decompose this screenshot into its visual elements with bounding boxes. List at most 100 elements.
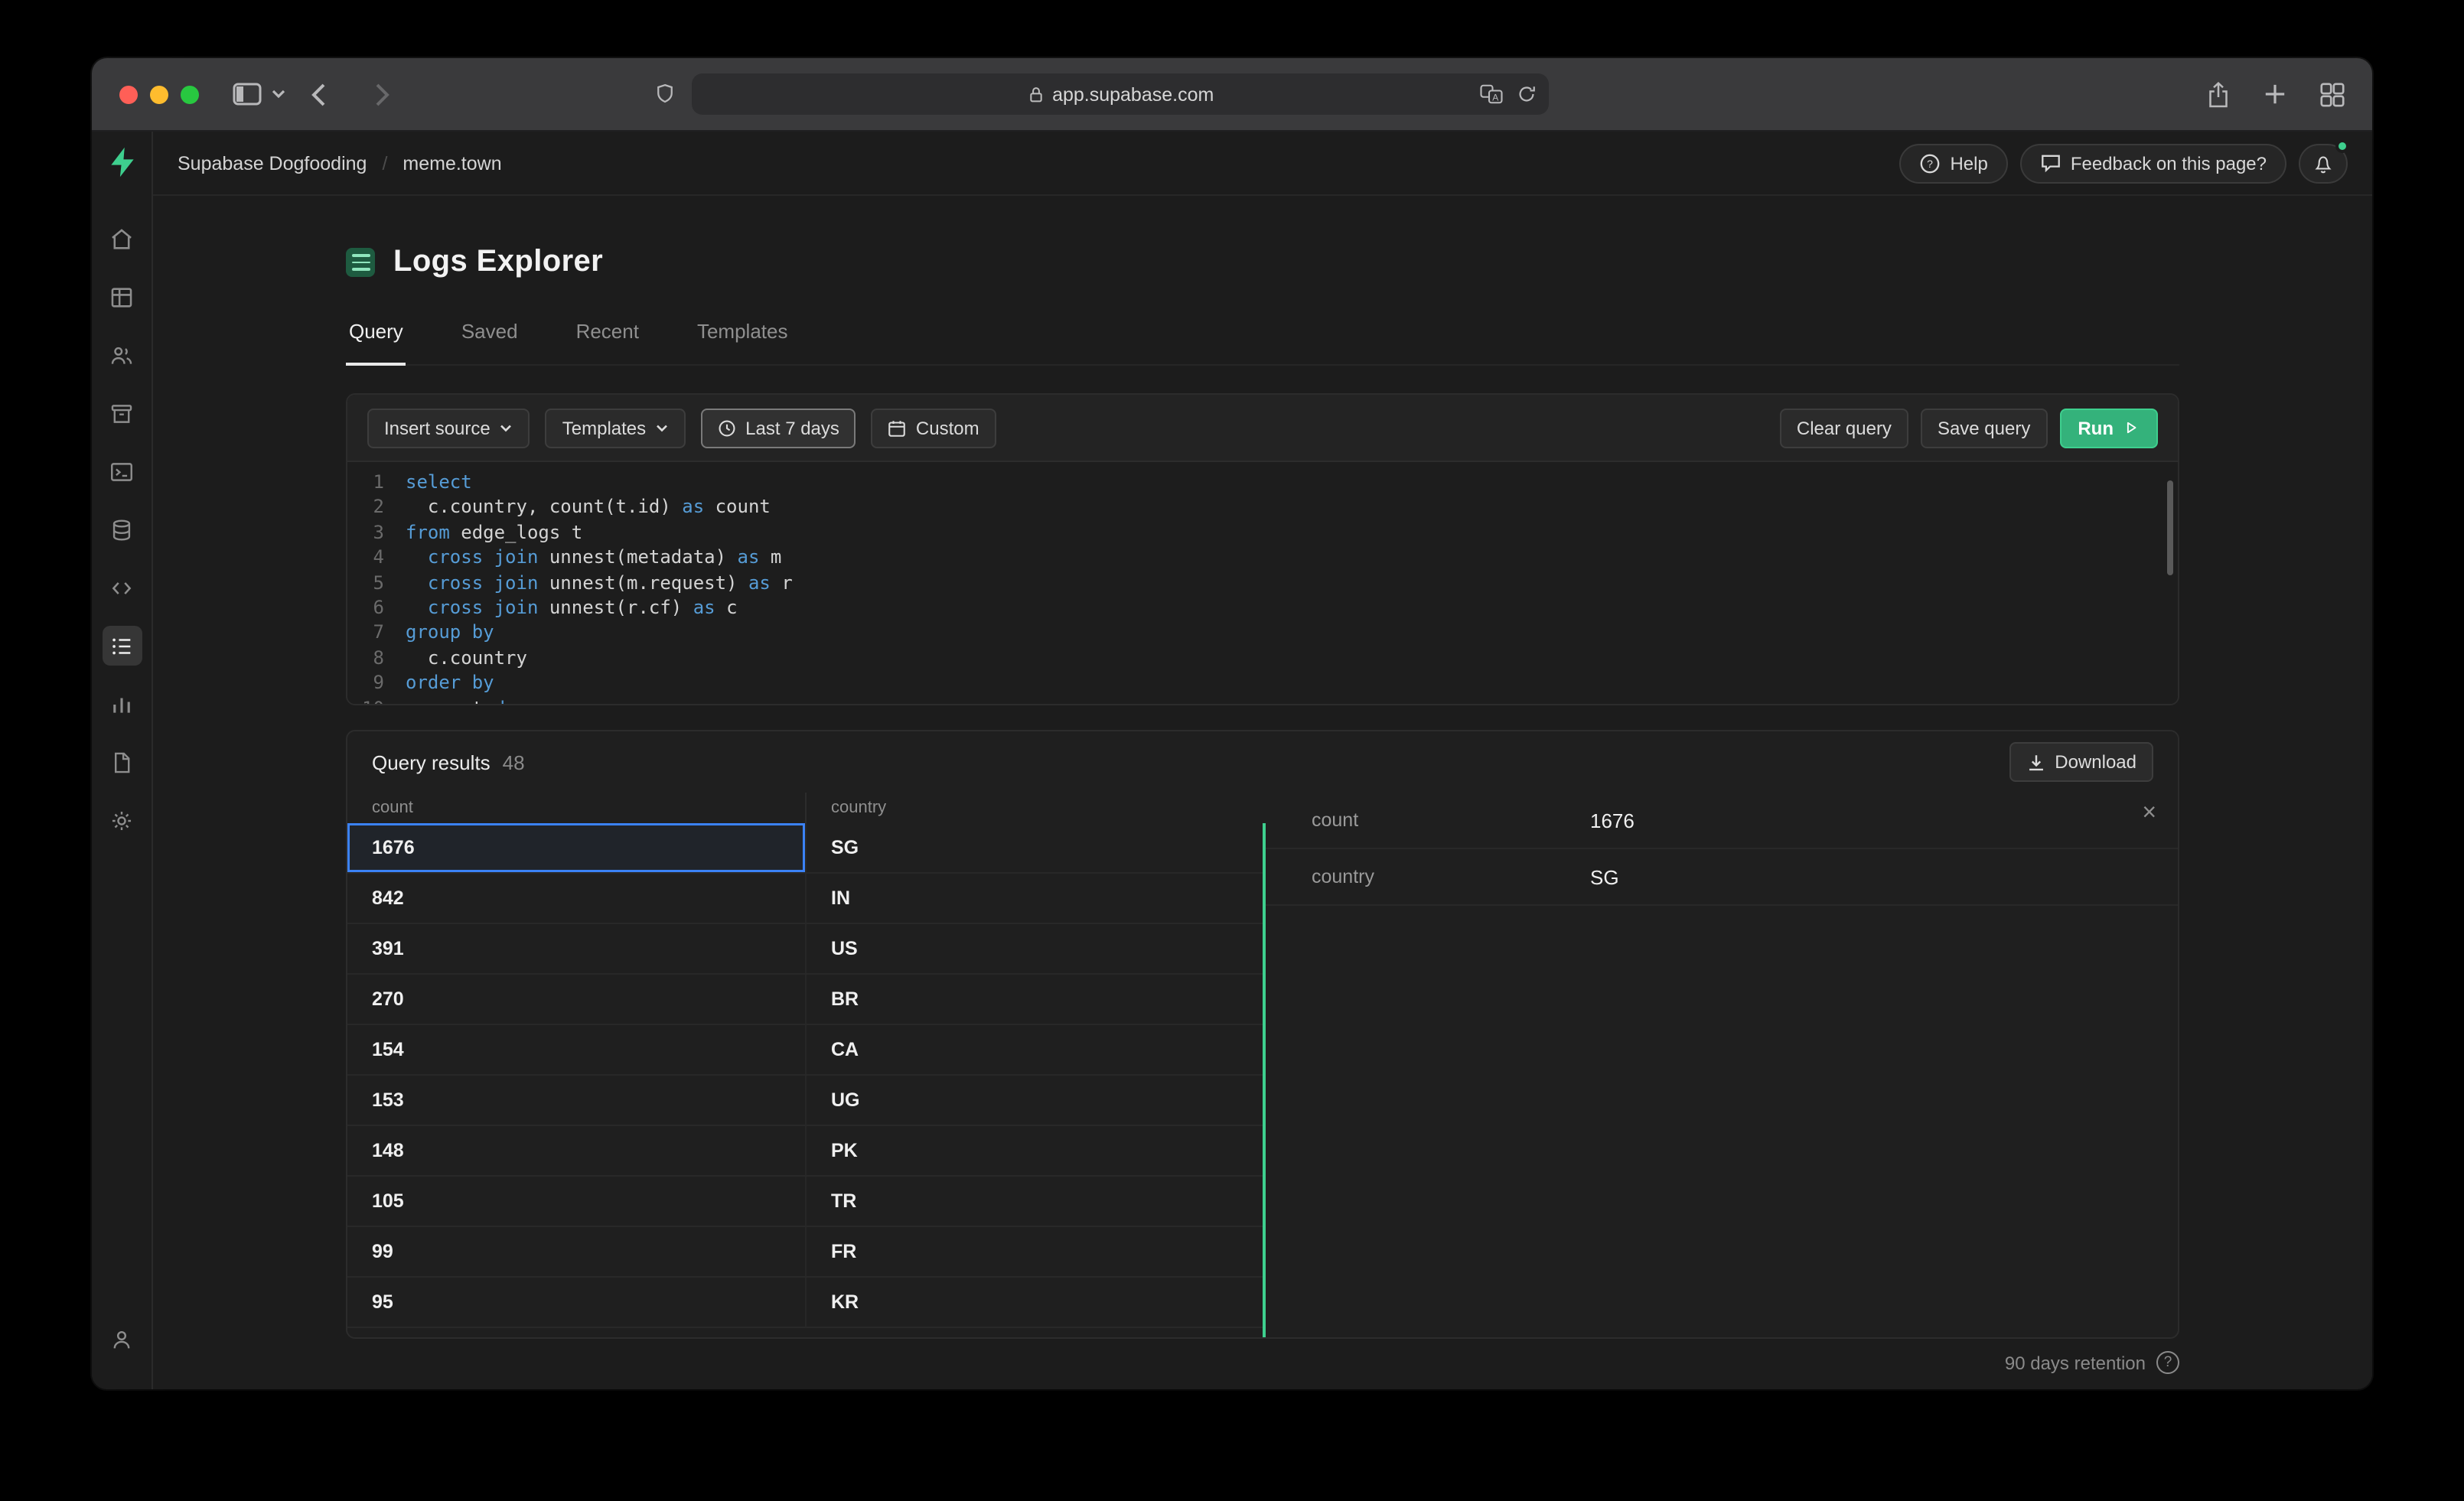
address-bar[interactable]: app.supabase.com A xyxy=(692,73,1550,115)
download-button[interactable]: Download xyxy=(2009,742,2153,782)
table-row: 95 KR xyxy=(347,1278,1263,1328)
detail-field-row: count 1676 xyxy=(1266,793,2178,849)
custom-range-button[interactable]: Custom xyxy=(871,408,996,448)
retention-help-icon[interactable]: ? xyxy=(2156,1351,2179,1374)
cell-count[interactable]: 391 xyxy=(347,924,807,973)
browser-window: app.supabase.com A Supabase Dogfooding /… xyxy=(92,58,2372,1389)
detail-fields: count 1676 country SG xyxy=(1266,793,2178,906)
editor-scrollbar[interactable] xyxy=(2167,480,2173,575)
new-tab-icon[interactable] xyxy=(2264,80,2286,108)
help-button[interactable]: ? Help xyxy=(1899,143,2008,183)
results-table: count country 1676 SG 842 IN 391 US 270 BR 154 CA… xyxy=(347,793,1263,1337)
cell-count[interactable]: 148 xyxy=(347,1126,807,1175)
sidebar-item-home[interactable] xyxy=(102,219,142,259)
traffic-lights xyxy=(119,85,199,103)
cell-count[interactable]: 95 xyxy=(347,1278,807,1327)
chart-icon xyxy=(113,697,130,712)
table-row: 148 PK xyxy=(347,1126,1263,1177)
results-title: Query results xyxy=(372,750,491,773)
help-label: Help xyxy=(1950,152,1988,174)
sidebar-chevron-icon[interactable] xyxy=(271,89,286,99)
sidebar xyxy=(92,132,153,1389)
breadcrumb-project[interactable]: Supabase Dogfooding xyxy=(178,152,367,174)
cell-count[interactable]: 99 xyxy=(347,1227,807,1276)
translate-icon[interactable]: A xyxy=(1481,84,1504,104)
back-button-icon[interactable] xyxy=(311,82,326,106)
breadcrumb-page[interactable]: meme.town xyxy=(403,152,501,174)
table-row: 153 UG xyxy=(347,1076,1263,1126)
sidebar-item-table-editor[interactable] xyxy=(102,277,142,317)
page-title: Logs Explorer xyxy=(393,245,604,278)
cell-country[interactable]: CA xyxy=(807,1025,1263,1074)
line-number: 1 xyxy=(373,471,384,493)
zoom-window-button[interactable] xyxy=(181,85,199,103)
tab-saved[interactable]: Saved xyxy=(458,320,521,364)
supabase-app: Supabase Dogfooding / meme.town ? Help F… xyxy=(92,132,2372,1389)
gear-icon xyxy=(112,810,132,830)
cell-country[interactable]: US xyxy=(807,924,1263,973)
tab-templates[interactable]: Templates xyxy=(694,320,791,364)
sidebar-item-account[interactable] xyxy=(102,1319,142,1359)
sidebar-item-storage[interactable] xyxy=(102,393,142,433)
column-header-count[interactable]: count xyxy=(347,793,807,823)
sidebar-item-sql-editor[interactable] xyxy=(102,451,142,491)
cell-country[interactable]: KR xyxy=(807,1278,1263,1327)
cell-country[interactable]: FR xyxy=(807,1227,1263,1276)
tab-recent[interactable]: Recent xyxy=(573,320,642,364)
forward-button-icon[interactable] xyxy=(375,82,390,106)
sidebar-item-settings[interactable] xyxy=(102,800,142,840)
run-query-button[interactable]: Run xyxy=(2059,408,2158,448)
results-table-header: count country xyxy=(347,793,1263,823)
last-7-days-button[interactable]: Last 7 days xyxy=(701,408,856,448)
cell-country[interactable]: TR xyxy=(807,1177,1263,1226)
table-row: 391 US xyxy=(347,924,1263,975)
close-detail-button[interactable]: × xyxy=(2142,801,2156,826)
line-number: 5 xyxy=(373,571,384,594)
cell-count[interactable]: 1676 xyxy=(347,823,807,872)
reload-icon[interactable] xyxy=(1517,84,1537,104)
sidebar-item-docs[interactable] xyxy=(102,742,142,782)
sidebar-item-auth[interactable] xyxy=(102,335,142,375)
line-number: 3 xyxy=(373,521,384,543)
cell-country[interactable]: UG xyxy=(807,1076,1263,1125)
sidebar-item-logs[interactable] xyxy=(102,626,142,666)
cell-country[interactable]: SG xyxy=(807,823,1263,872)
column-header-country[interactable]: country xyxy=(807,793,1263,823)
run-label: Run xyxy=(2078,417,2114,438)
notifications-button[interactable] xyxy=(2299,138,2349,183)
clear-query-button[interactable]: Clear query xyxy=(1779,408,1908,448)
minimize-window-button[interactable] xyxy=(150,85,168,103)
cell-country[interactable]: PK xyxy=(807,1126,1263,1175)
results-table-body: 1676 SG 842 IN 391 US 270 BR 154 CA 153 UG 148 PK 105 T… xyxy=(347,823,1263,1328)
cell-count[interactable]: 154 xyxy=(347,1025,807,1074)
sql-editor[interactable]: 1 select 2 c.country, count(t.id) as count… xyxy=(347,462,2178,704)
cell-count[interactable]: 842 xyxy=(347,874,807,923)
code-line-text: from edge_logs t xyxy=(406,521,583,543)
close-window-button[interactable] xyxy=(119,85,138,103)
results-panel: Query results 48 Download count country … xyxy=(346,730,2179,1339)
sidebar-item-api[interactable] xyxy=(102,568,142,607)
supabase-logo-icon[interactable] xyxy=(105,145,139,179)
sidebar-toggle-icon[interactable] xyxy=(233,83,262,106)
download-label: Download xyxy=(2055,751,2136,773)
feedback-button[interactable]: Feedback on this page? xyxy=(2019,143,2286,183)
tab-overview-icon[interactable] xyxy=(2320,80,2345,108)
breadcrumb-separator: / xyxy=(382,152,388,174)
cell-country[interactable]: IN xyxy=(807,874,1263,923)
sidebar-item-reports[interactable] xyxy=(102,684,142,724)
save-query-button[interactable]: Save query xyxy=(1920,408,2048,448)
cell-count[interactable]: 270 xyxy=(347,975,807,1024)
table-row: 842 IN xyxy=(347,874,1263,924)
sidebar-item-database[interactable] xyxy=(102,510,142,549)
cell-country[interactable]: BR xyxy=(807,975,1263,1024)
cell-count[interactable]: 153 xyxy=(347,1076,807,1125)
cell-count[interactable]: 105 xyxy=(347,1177,807,1226)
speech-bubble-icon xyxy=(2041,155,2060,173)
page-content: Logs Explorer Query Saved Recent Templates … xyxy=(153,196,2372,1389)
table-row: 270 BR xyxy=(347,975,1263,1025)
share-icon[interactable] xyxy=(2207,80,2230,108)
templates-button[interactable]: Templates xyxy=(545,408,686,448)
tab-query[interactable]: Query xyxy=(346,320,406,366)
privacy-shield-icon[interactable] xyxy=(654,81,677,107)
insert-source-button[interactable]: Insert source xyxy=(367,408,530,448)
